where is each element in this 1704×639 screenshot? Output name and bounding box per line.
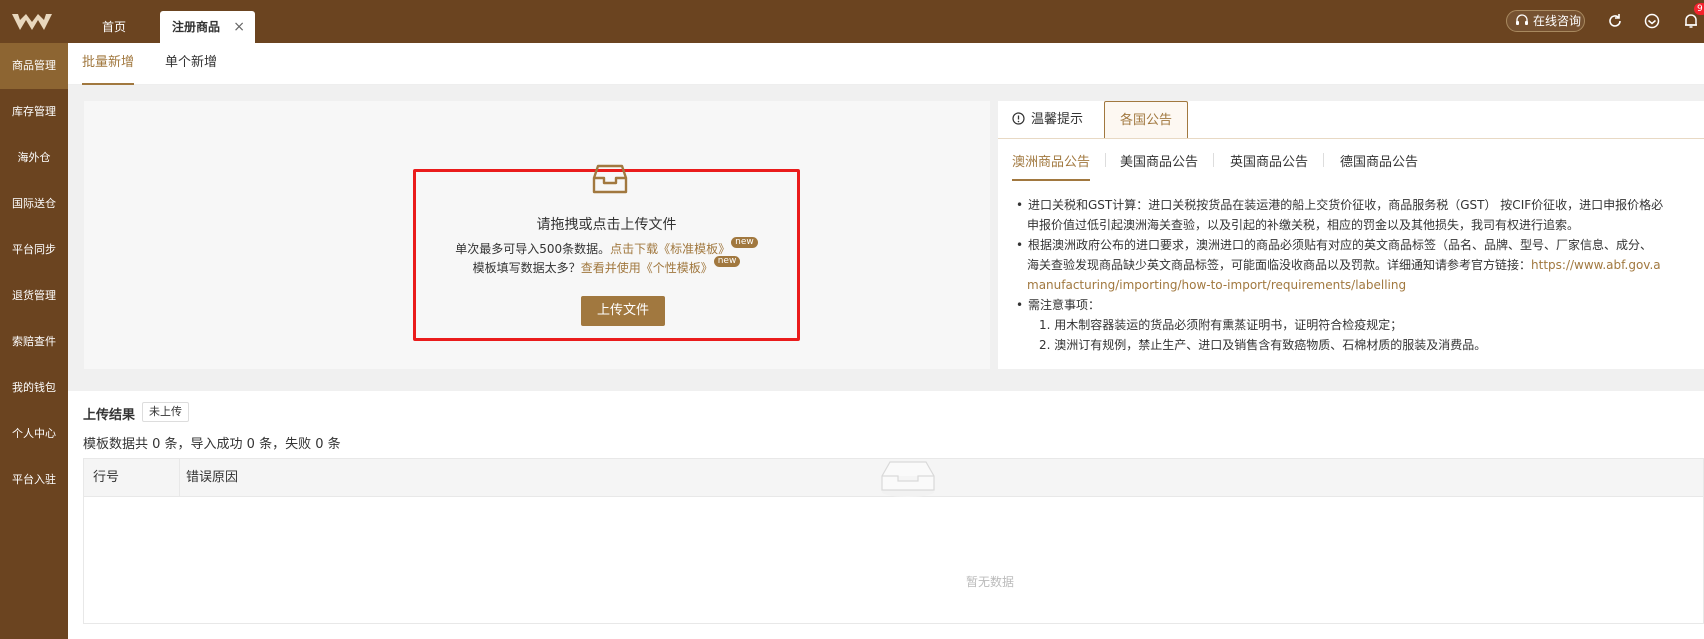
tab-usa[interactable]: 美国商品公告 (1120, 151, 1198, 181)
sidebar-item-inventory[interactable]: 库存管理 (0, 89, 68, 135)
tab-batch-add[interactable]: 批量新增 (82, 43, 135, 85)
upload-title: 请拖拽或点击上传文件 (536, 217, 677, 233)
tab-australia[interactable]: 澳洲商品公告 (1012, 151, 1091, 181)
tab-tips-label: 温馨提示 (1031, 112, 1084, 127)
custom-template-link[interactable]: 查看并使用《个性模板》 (581, 261, 713, 275)
headset-icon (1516, 14, 1528, 25)
refresh-icon[interactable] (1606, 12, 1624, 30)
inbox-icon (592, 164, 628, 194)
tab-home[interactable]: 首页 (90, 11, 138, 43)
top-bar: 首页 注册商品 × 在线咨询 9 (0, 0, 1704, 43)
user-circle-icon[interactable] (1643, 12, 1661, 30)
upload-file-button[interactable]: 上传文件 (581, 296, 665, 326)
sidebar: 商品管理 库存管理 海外仓 国际送仓 平台同步 退货管理 索赔查件 我的钱包 个… (0, 43, 68, 639)
consult-label: 在线咨询 (1533, 14, 1582, 28)
sidebar-item-claims[interactable]: 索赔查件 (0, 319, 68, 365)
divider (1213, 153, 1214, 167)
upload-hint-1: 单次最多可导入500条数据。点击下载《标准模板》 new (416, 237, 797, 257)
upload-panel: 请拖拽或点击上传文件 单次最多可导入500条数据。点击下载《标准模板》 new 模… (84, 101, 990, 369)
notice-panel: 温馨提示 各国公告 澳洲商品公告 美国商品公告 英国商品公告 德国商品公告 • 进… (998, 101, 1704, 369)
sidebar-item-intl-delivery[interactable]: 国际送仓 (0, 181, 68, 227)
upload-dropzone[interactable]: 请拖拽或点击上传文件 单次最多可导入500条数据。点击下载《标准模板》 new 模… (413, 164, 800, 341)
brand-logo[interactable] (10, 12, 54, 32)
notice-line: 1. 用木制容器装运的货品必须附有熏蒸证明书，证明符合检疫规定； (1039, 318, 1403, 332)
abf-link-continued[interactable]: manufacturing/importing/how-to-import/re… (1013, 275, 1704, 295)
sidebar-item-platform-join[interactable]: 平台入驻 (0, 457, 68, 503)
column-row-number: 行号 (93, 470, 120, 485)
abf-link[interactable]: https://www.abf.gov.a (1531, 258, 1661, 272)
sidebar-item-wallet[interactable]: 我的钱包 (0, 365, 68, 411)
tab-announcements[interactable]: 各国公告 (1104, 101, 1188, 139)
notice-line: 申报价值过低引起澳洲海关查验，以及引起的补缴关税，相应的罚金以及其他损失，我司有… (1027, 218, 1580, 232)
sidebar-item-platform-sync[interactable]: 平台同步 (0, 227, 68, 273)
notice-line: • 进口关税和GST计算：进口关税按货品在装运港的船上交货价征收，商品服务税（GS… (1016, 198, 1664, 212)
status-badge: 未上传 (142, 402, 189, 422)
upload-result-panel: 上传结果 未上传 模板数据共 0 条，导入成功 0 条，失败 0 条 行号 错误… (68, 391, 1704, 639)
tab-single-add[interactable]: 单个新增 (165, 43, 217, 85)
sidebar-item-overseas-warehouse[interactable]: 海外仓 (0, 135, 68, 181)
download-standard-template-link[interactable]: 点击下载《标准模板》 (610, 242, 730, 256)
result-title: 上传结果 (83, 408, 136, 423)
notification-badge: 9 (1694, 3, 1704, 15)
notice-line: • 需注意事项： (1016, 298, 1101, 312)
main-tabs: 批量新增 单个新增 (68, 43, 1704, 85)
divider (1105, 153, 1106, 167)
upload-hint-1-text: 单次最多可导入500条数据。 (455, 242, 611, 256)
tab-divider (998, 138, 1704, 139)
new-badge: new (713, 256, 741, 267)
sidebar-item-product-management[interactable]: 商品管理 (0, 43, 68, 89)
info-icon (1012, 112, 1025, 125)
upload-hint-2: 模板填写数据太多？查看并使用《个性模板》 new (416, 256, 797, 276)
notice-line: 2. 澳洲订有规例，禁止生产、进口及销售含有致癌物质、石棉材质的服装及消费品。 (1039, 338, 1487, 352)
tab-uk[interactable]: 英国商品公告 (1230, 151, 1308, 181)
close-icon[interactable]: × (233, 11, 245, 43)
divider (179, 459, 180, 497)
notice-content: • 进口关税和GST计算：进口关税按货品在装运港的船上交货价征收，商品服务税（GS… (1013, 195, 1704, 355)
sidebar-item-returns[interactable]: 退货管理 (0, 273, 68, 319)
online-consult-button[interactable]: 在线咨询 (1506, 10, 1585, 32)
result-summary: 模板数据共 0 条，导入成功 0 条，失败 0 条 (83, 437, 341, 452)
tab-germany[interactable]: 德国商品公告 (1340, 151, 1418, 181)
new-badge: new (731, 237, 758, 248)
notice-line: • 根据澳洲政府公布的进口要求，澳洲进口的商品必须贴有对应的英文商品标签（品名、品… (1016, 238, 1653, 252)
tab-label: 注册商品 (172, 20, 221, 34)
tab-register-product[interactable]: 注册商品 × (160, 11, 255, 43)
tab-tips[interactable]: 温馨提示 (1012, 101, 1083, 139)
empty-inbox-icon (881, 461, 935, 497)
notice-line: 海关查验发现商品缺少英文商品标签，可能面临没收商品以及罚款。详细通知请参考官方链… (1027, 258, 1661, 272)
sidebar-item-profile[interactable]: 个人中心 (0, 411, 68, 457)
upload-hint-2-text: 模板填写数据太多？ (472, 261, 581, 275)
column-error-reason: 错误原因 (186, 470, 239, 485)
empty-text: 暂无数据 (966, 575, 1015, 589)
divider (1323, 153, 1324, 167)
